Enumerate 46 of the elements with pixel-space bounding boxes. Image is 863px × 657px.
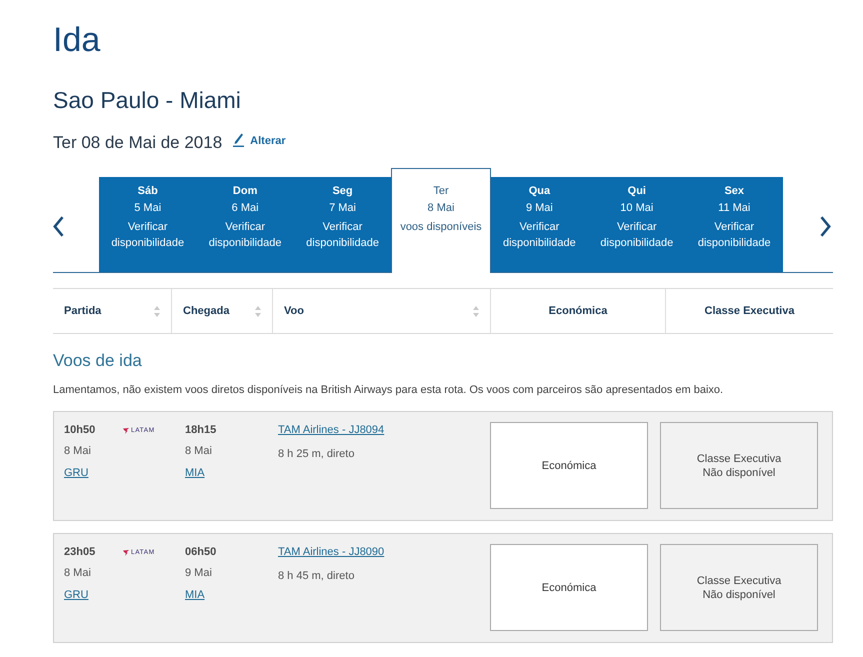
flight-link[interactable]: TAM Airlines - JJ8094 bbox=[278, 422, 384, 438]
sort-icon[interactable] bbox=[154, 306, 160, 316]
departure-date: 8 Mai bbox=[64, 566, 91, 581]
route-title: Sao Paulo - Miami bbox=[53, 86, 242, 115]
date-tab[interactable]: Sáb 5 Mai Verificar disponibilidade bbox=[99, 177, 196, 272]
notice-text: Lamentamos, não existem voos diretos disponíveis na British Airways para esta rota. Os voos com parceiros são apresentados em baixo. bbox=[53, 383, 724, 397]
fare-option[interactable]: Económica bbox=[490, 544, 648, 631]
arrival-time: 18h15 bbox=[185, 423, 216, 438]
date-tab[interactable]: Ter 8 Mai voos disponíveis bbox=[391, 168, 491, 273]
arrival-time: 06h50 bbox=[185, 545, 216, 560]
column-header[interactable]: Partida bbox=[53, 289, 171, 333]
flight-link[interactable]: TAM Airlines - JJ8090 bbox=[278, 544, 384, 560]
airport-link[interactable]: MIA bbox=[185, 465, 205, 481]
sort-icon[interactable] bbox=[473, 306, 479, 316]
logo-mark-icon bbox=[123, 428, 129, 434]
sort-icon[interactable] bbox=[255, 306, 261, 316]
chevron-left-icon[interactable] bbox=[53, 216, 64, 237]
fare-option[interactable]: Económica bbox=[490, 422, 648, 509]
arrival-date: 9 Mai bbox=[185, 566, 212, 581]
page-title: Ida bbox=[53, 20, 102, 60]
section-title: Voos de ida bbox=[53, 351, 143, 371]
airport-link[interactable]: GRU bbox=[64, 465, 88, 481]
airport-link[interactable]: GRU bbox=[64, 587, 88, 603]
date-tab[interactable]: Qua 9 Mai Verificar disponibilidade bbox=[490, 177, 588, 272]
departure-time: 23h05 bbox=[64, 545, 96, 560]
unavailable-fare-panel: Classe Executiva Não disponível bbox=[660, 544, 818, 631]
airport-link[interactable]: MIA bbox=[185, 587, 205, 603]
date-tab[interactable]: Dom 6 Mai Verificar disponibilidade bbox=[196, 177, 294, 272]
departure-time: 10h50 bbox=[64, 423, 96, 438]
pencil-icon bbox=[233, 133, 244, 147]
change-link[interactable]: Alterar bbox=[233, 135, 286, 147]
date-tab[interactable]: Seg 7 Mai Verificar disponibilidade bbox=[294, 177, 392, 272]
column-header[interactable]: Chegada bbox=[171, 289, 272, 333]
date-tab[interactable]: Qui 10 Mai Verificar disponibilidade bbox=[588, 177, 686, 272]
column-header: Económica bbox=[490, 289, 665, 333]
departure-date: 8 Mai bbox=[64, 444, 91, 459]
unavailable-fare-panel: Classe Executiva Não disponível bbox=[660, 422, 818, 509]
arrival-date: 8 Mai bbox=[185, 444, 212, 459]
column-header[interactable]: Voo bbox=[272, 289, 490, 333]
date-tab[interactable]: Sex 11 Mai Verificar disponibilidade bbox=[686, 177, 783, 272]
flight-duration: 8 h 25 m, direto bbox=[278, 447, 354, 462]
flight-duration: 8 h 45 m, direto bbox=[278, 569, 354, 584]
travel-date: Ter 08 de Mai de 2018 bbox=[53, 132, 222, 154]
logo-mark-icon bbox=[123, 550, 129, 556]
column-header: Classe Executiva bbox=[665, 289, 833, 333]
chevron-right-icon[interactable] bbox=[820, 216, 831, 237]
